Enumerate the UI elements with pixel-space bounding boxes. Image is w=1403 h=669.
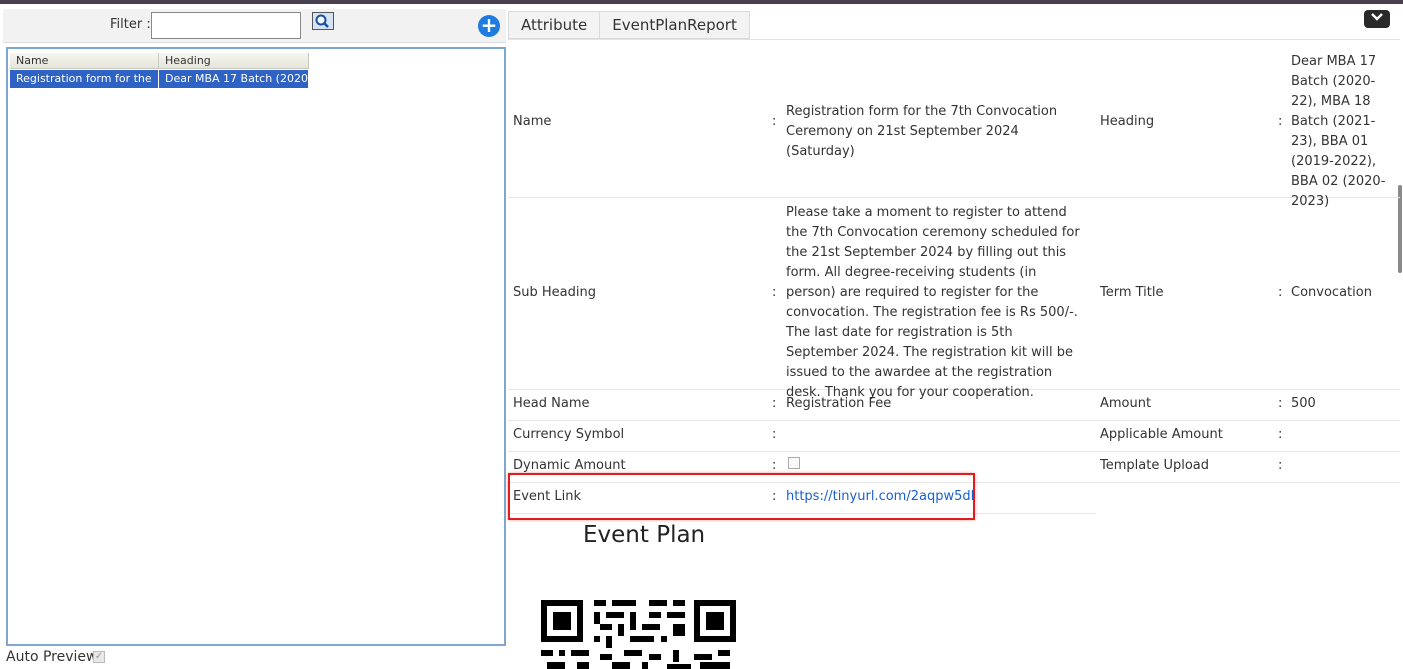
term-title-value: Convocation [1291,285,1372,300]
chevron-down-icon [1371,13,1383,21]
checkbox-icon: ✓ [94,651,104,662]
name-value: Registration form for the 7th Convocatio… [786,104,1058,159]
colon: : [772,114,777,129]
filter-input[interactable] [151,12,301,39]
applicable-amount-label: Applicable Amount [1100,427,1223,442]
template-upload-label: Template Upload [1100,458,1210,473]
colon: : [1278,458,1283,473]
colon: : [1278,396,1283,411]
search-button[interactable] [312,12,334,30]
list-header: Name Heading [10,53,309,69]
tab-divider [508,39,1400,40]
auto-preview-label: Auto Preview [6,649,98,665]
qr-code-icon [539,598,737,669]
column-header-heading[interactable]: Heading [159,53,309,69]
qr-code-image [539,598,737,669]
plus-icon: + [480,13,498,37]
amount-value: 500 [1291,396,1316,411]
name-label: Name [513,114,552,129]
colon: : [1278,285,1283,300]
list-cell-name: Registration form for the [10,70,159,88]
filter-label: Filter : [110,17,151,32]
filter-bar: Filter : + [3,9,506,43]
event-link-highlight-box [508,473,975,520]
head-name-label: Head Name [513,396,590,411]
currency-label: Currency Symbol [513,427,625,442]
colon: : [772,285,777,300]
amount-label: Amount [1100,396,1152,411]
colon: : [1278,114,1283,129]
add-button[interactable]: + [478,15,500,37]
window-top-border [0,0,1403,4]
subheading-value: Please take a moment to register to atte… [786,205,1080,400]
auto-preview-checkbox[interactable]: ✓ [93,651,105,663]
detail-row-currency: Currency Symbol : Applicable Amount : [508,422,1400,452]
collapse-button[interactable] [1364,10,1390,28]
search-icon [315,14,329,28]
head-name-value: Registration Fee [786,396,892,411]
heading-label: Heading [1100,114,1155,129]
colon: : [772,427,777,442]
tab-eventplanreport[interactable]: EventPlanReport [599,11,750,39]
list-cell-heading: Dear MBA 17 Batch (2020- [159,70,309,88]
dynamic-amount-checkbox[interactable] [788,457,800,469]
tab-attribute[interactable]: Attribute [508,11,600,39]
detail-row-name: Name : Registration form for the 7th Con… [508,45,1400,209]
subheading-label: Sub Heading [513,285,596,300]
list-row-selected[interactable]: Registration form for the Dear MBA 17 Ba… [10,70,309,88]
detail-row-subheading: Sub Heading : Please take a moment to re… [508,199,1400,400]
column-header-name[interactable]: Name [10,53,159,69]
record-list[interactable]: Name Heading Registration form for the D… [6,47,506,646]
heading-value: Dear MBA 17 Batch (2020-22), MBA 18 Batc… [1291,54,1386,209]
colon: : [772,396,777,411]
colon: : [1278,427,1283,442]
term-title-label: Term Title [1100,285,1164,300]
event-plan-title: Event Plan [583,522,706,548]
tab-bar: Attribute EventPlanReport [508,11,750,39]
detail-row-head-name: Head Name : Registration Fee Amount : 50… [508,391,1400,421]
